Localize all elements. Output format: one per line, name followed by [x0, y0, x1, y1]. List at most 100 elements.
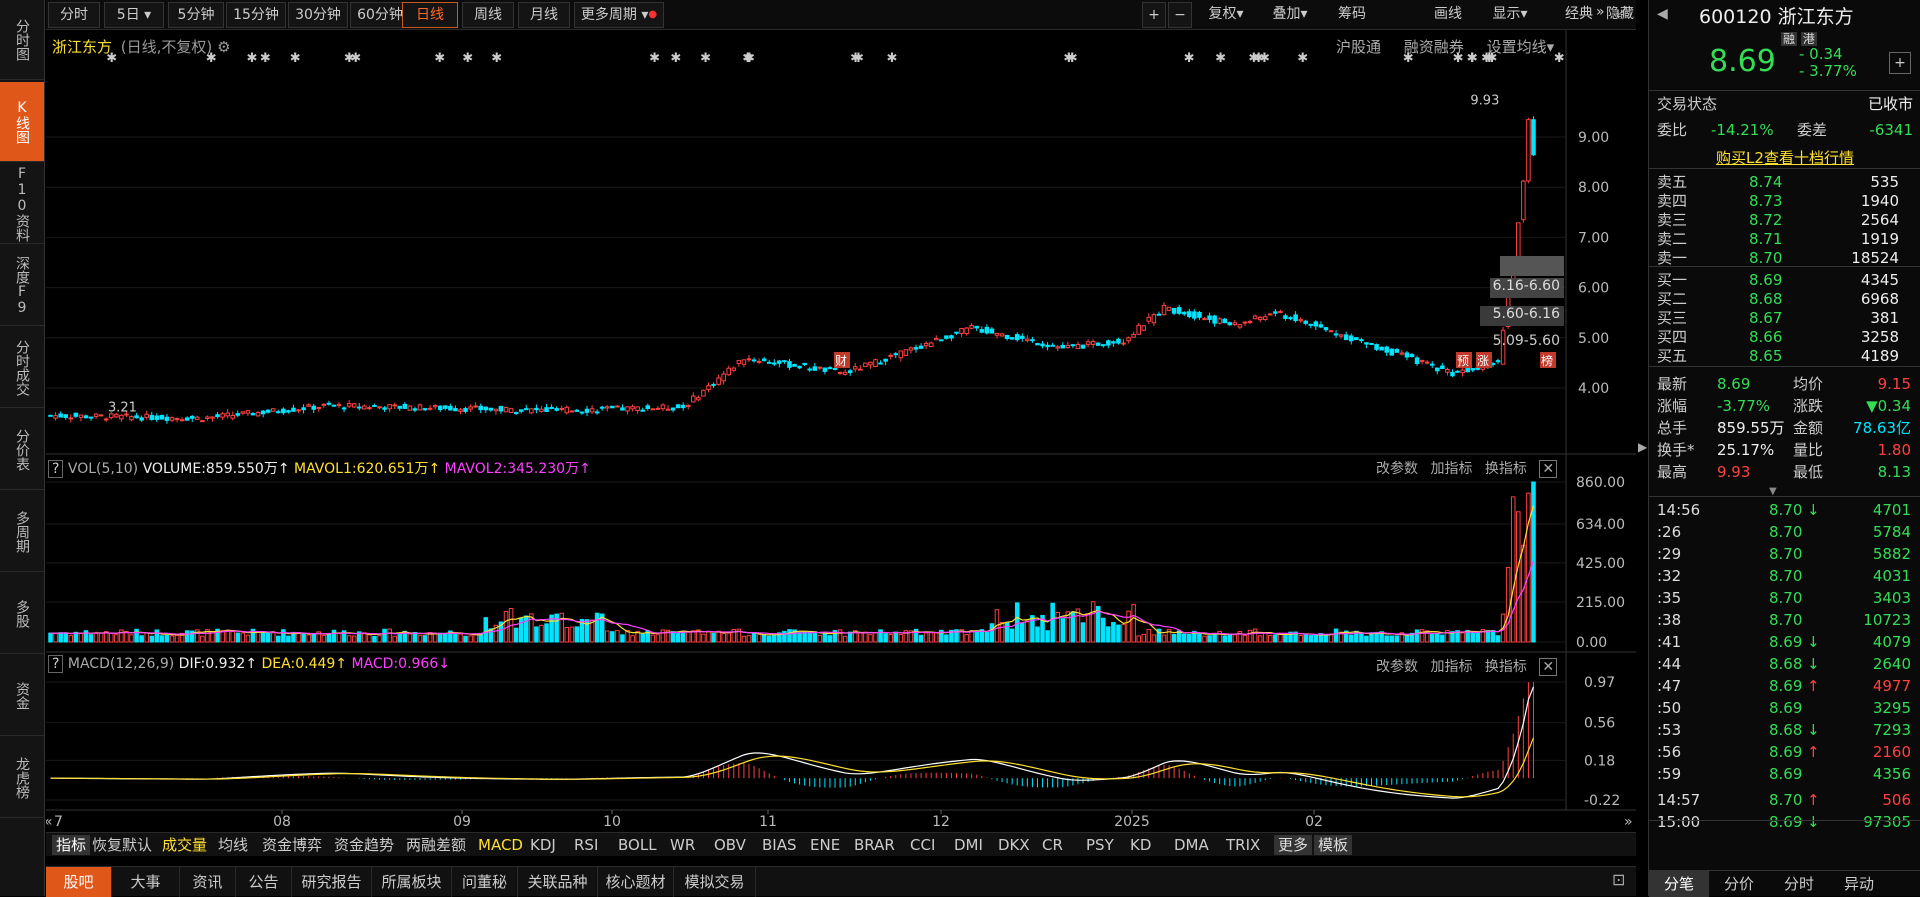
vol-swap-indicator[interactable]: 换指标 [1485, 461, 1527, 477]
volume-bar [270, 632, 276, 643]
indicator-tab[interactable]: CR [1042, 835, 1063, 855]
indicator-tab[interactable]: 两融差额 [406, 835, 466, 855]
bid-level[interactable]: 买五 8.65 4189 [1649, 346, 1920, 366]
nav-multi-period[interactable]: 多周期 [0, 492, 44, 572]
quote-tab[interactable]: 分笔 [1649, 871, 1709, 897]
ask-level[interactable]: 卖五 8.74 535 [1649, 172, 1920, 192]
display-menu[interactable]: 显示▾ [1480, 2, 1540, 28]
ask-level[interactable]: 卖四 8.73 1940 [1649, 191, 1920, 211]
expand-icon[interactable]: ⊡ [1612, 870, 1625, 889]
close-icon[interactable]: ✕ [1539, 658, 1558, 676]
indicator-tab[interactable]: WR [670, 835, 695, 855]
ask-level[interactable]: 卖二 8.71 1919 [1649, 229, 1920, 249]
nav-price-table[interactable]: 分价表 [0, 410, 44, 490]
bottom-tab[interactable]: 大事 [112, 867, 180, 897]
macd-swap-indicator[interactable]: 换指标 [1485, 659, 1527, 675]
indicator-tab[interactable]: 模板 [1314, 835, 1353, 855]
indicator-tab[interactable]: 更多 [1274, 835, 1313, 855]
double-chevron-right-icon[interactable]: » [1596, 4, 1616, 20]
vol-edit-params[interactable]: 改参数 [1376, 461, 1418, 477]
nav-dragon-tiger[interactable]: 龙虎榜 [0, 738, 44, 818]
indicator-tab[interactable]: BOLL [618, 835, 657, 855]
bottom-tab[interactable]: 模拟交易 [674, 867, 756, 897]
indicator-tab[interactable]: DMI [954, 835, 983, 855]
indicator-tab[interactable]: DMA [1174, 835, 1209, 855]
collapse-icon[interactable]: ? [48, 655, 64, 673]
indicator-tab[interactable]: ENE [810, 835, 840, 855]
macd-edit-params[interactable]: 改参数 [1376, 659, 1418, 675]
bottom-tab[interactable]: 关联品种 [518, 867, 598, 897]
indicator-tab[interactable]: 成交量 [162, 835, 207, 855]
nav-depth[interactable]: 深度F9 [0, 246, 44, 326]
indicator-tab[interactable]: RSI [574, 835, 598, 855]
bottom-tab[interactable]: 股吧 [46, 867, 112, 897]
bottom-tab[interactable]: 公告 [236, 867, 292, 897]
period-5day[interactable]: 5日 ▾ [104, 2, 164, 28]
period-60min[interactable]: 60分钟 [350, 2, 410, 28]
candle-body [782, 360, 787, 363]
nav-f10[interactable]: F10资料 [0, 164, 44, 244]
bid-level[interactable]: 买四 8.66 3258 [1649, 327, 1920, 347]
indicator-tab[interactable]: 资金趋势 [334, 835, 394, 855]
period-15min[interactable]: 15分钟 [226, 2, 286, 28]
nav-kline[interactable]: K线图 [0, 82, 44, 162]
zoom-out-button[interactable]: − [1168, 2, 1192, 28]
period-monthly[interactable]: 月线 [518, 2, 570, 28]
chip-bar [1500, 256, 1564, 276]
nav-funds[interactable]: 资金 [0, 656, 44, 736]
period-daily[interactable]: 日线 [402, 2, 458, 28]
period-timeshare[interactable]: 分时 [48, 2, 100, 28]
indicator-tab[interactable]: KDJ [530, 835, 556, 855]
indicator-tab[interactable]: 资金博弈 [262, 835, 322, 855]
close-icon[interactable]: ✕ [1539, 460, 1558, 478]
quote-tab[interactable]: 异动 [1829, 871, 1889, 897]
period-30min[interactable]: 30分钟 [288, 2, 348, 28]
overlay-menu[interactable]: 叠加▾ [1260, 2, 1320, 28]
macd-add-indicator[interactable]: 加指标 [1430, 659, 1472, 675]
bid-level[interactable]: 买三 8.67 381 [1649, 308, 1920, 328]
nav-timeshare[interactable]: 分时图 [0, 0, 44, 80]
zoom-in-button[interactable]: + [1142, 2, 1166, 28]
bottom-tab[interactable]: 资讯 [180, 867, 236, 897]
quote-tab[interactable]: 分价 [1709, 871, 1769, 897]
fullscreen-icon[interactable]: ⤢ [1616, 4, 1636, 20]
indicator-tab[interactable]: 恢复默认 [92, 835, 152, 855]
quote-tab[interactable]: 分时 [1769, 871, 1829, 897]
bottom-tab[interactable]: 问董秘 [452, 867, 518, 897]
period-weekly[interactable]: 周线 [462, 2, 514, 28]
indicator-tab[interactable]: PSY [1086, 835, 1114, 855]
period-5min[interactable]: 5分钟 [168, 2, 224, 28]
indicator-tab[interactable]: TRIX [1226, 835, 1260, 855]
collapse-icon[interactable]: ? [48, 460, 64, 478]
indicator-tab[interactable]: MACD [478, 835, 523, 855]
ask-level[interactable]: 卖一 8.70 18524 [1649, 248, 1920, 268]
bottom-tab[interactable]: 核心题材 [598, 867, 674, 897]
prev-stock-icon[interactable]: ◀ [1657, 6, 1668, 22]
bottom-tab[interactable]: 所属板块 [372, 867, 452, 897]
nav-multi-stock[interactable]: 多股 [0, 574, 44, 654]
indicator-tab[interactable]: BRAR [854, 835, 895, 855]
indicator-tab[interactable]: OBV [714, 835, 746, 855]
chips-button[interactable]: 筹码 [1324, 2, 1380, 28]
draw-button[interactable]: 画线 [1420, 2, 1476, 28]
bid-level[interactable]: 买一 8.69 4345 [1649, 270, 1920, 290]
period-more[interactable]: 更多周期 ▾● [574, 2, 664, 28]
indicator-tab[interactable]: 指标 [52, 835, 91, 855]
fuquan-menu[interactable]: 复权▾ [1196, 2, 1256, 28]
add-watch-button[interactable]: + [1889, 52, 1911, 74]
nav-trades[interactable]: 分时成交 [0, 328, 44, 408]
vol-add-indicator[interactable]: 加指标 [1430, 461, 1472, 477]
indicator-tab[interactable]: DKX [998, 835, 1030, 855]
indicator-tab[interactable]: KD [1130, 835, 1151, 855]
indicator-tab[interactable]: BIAS [762, 835, 797, 855]
indicator-tab[interactable]: 均线 [218, 835, 248, 855]
l2-link[interactable]: 购买L2查看十档行情 [1649, 148, 1920, 168]
collapse-panel-icon[interactable]: ▶ [1638, 440, 1647, 454]
ask-level[interactable]: 卖三 8.72 2564 [1649, 210, 1920, 230]
volume-tools: 改参数 加指标 换指标 ✕ [1376, 458, 1558, 478]
bottom-tab[interactable]: 研究报告 [292, 867, 372, 897]
candle-body [331, 404, 337, 407]
indicator-tab[interactable]: CCI [910, 835, 935, 855]
kline-chart[interactable]: 9.933.21✱✱ ✱✱ ✱✱ ✱ ✱✱✱✱✱ ✱✱ ✱✱✱ ✱ ✱✱ ✱✱ ✱ ✱✱ ✱✱ ✱ ✱✱ ✱✱… [46, 30, 1636, 830]
bid-level[interactable]: 买二 8.68 6968 [1649, 289, 1920, 309]
